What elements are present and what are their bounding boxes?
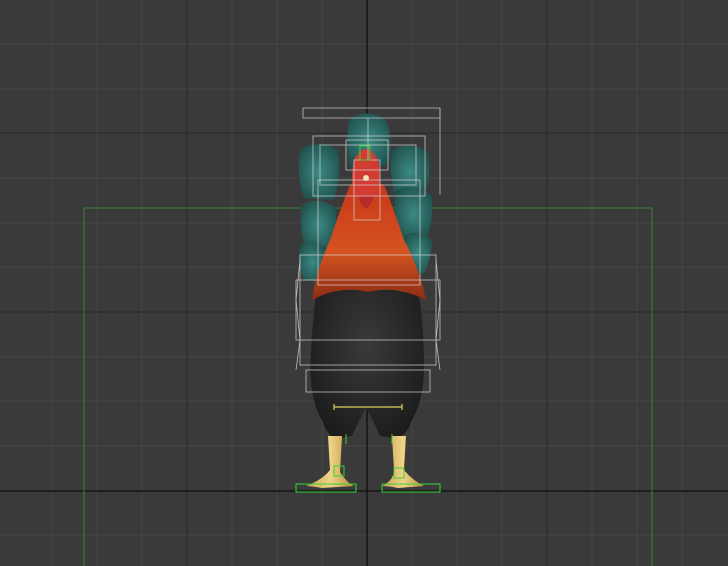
front-viewport[interactable] bbox=[0, 0, 728, 566]
rooster-model[interactable] bbox=[295, 107, 441, 493]
viewport-canvas[interactable] bbox=[0, 0, 728, 566]
rooster-legs bbox=[306, 436, 424, 488]
